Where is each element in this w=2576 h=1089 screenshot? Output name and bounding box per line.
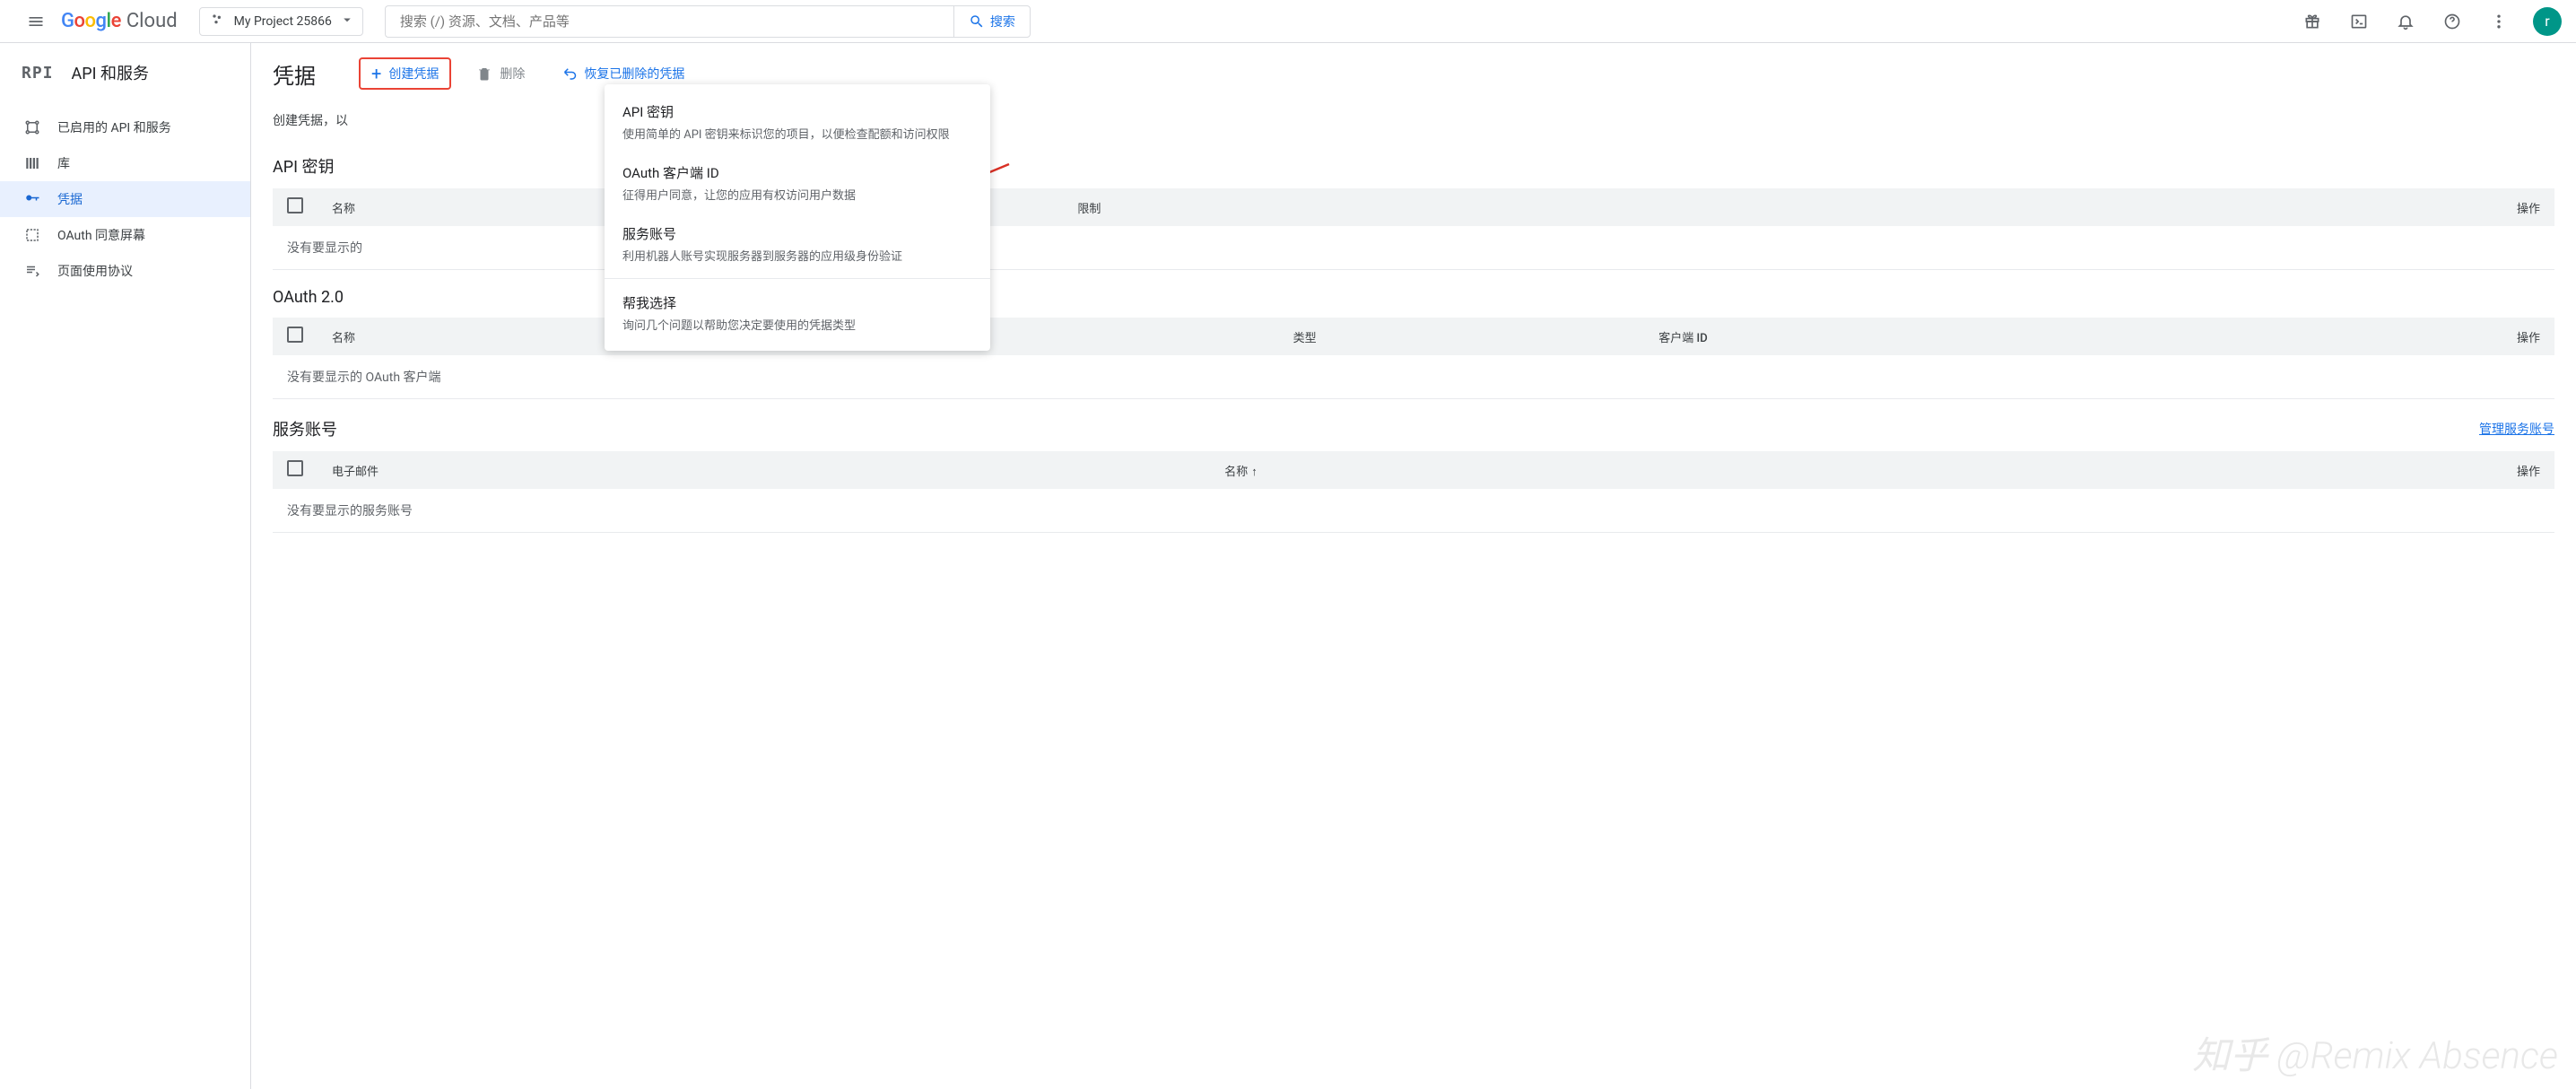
col-client-id[interactable]: 客户端 ID [1644,318,2189,355]
col-restriction[interactable]: 限制 [1063,188,1808,226]
service-empty: 没有要显示的服务账号 [273,489,2554,533]
cloud-shell-icon[interactable] [2339,2,2379,41]
user-avatar[interactable]: r [2533,7,2562,36]
sidebar-item-enabled-apis[interactable]: 已启用的 API 和服务 [0,109,250,145]
col-actions: 操作 [1809,188,2554,226]
sidebar-header: RPI API 和服务 [0,43,250,102]
dropdown-item-oauth-client[interactable]: OAuth 客户端 ID 征得用户同意，让您的应用有权访问用户数据 [605,152,990,213]
chevron-down-icon [339,12,355,31]
header-utilities: r [2293,2,2562,41]
col-email[interactable]: 电子邮件 [318,451,1210,489]
manage-service-accounts-link[interactable]: 管理服务账号 [2479,420,2554,438]
dropdown-item-api-key[interactable]: API 密钥 使用简单的 API 密钥来标识您的项目，以便检查配额和访问权限 [605,91,990,152]
cloud-wordmark: Cloud [126,10,178,32]
sidebar-item-terms[interactable]: 页面使用协议 [0,253,250,289]
google-wordmark: Google [61,10,121,32]
key-icon [22,191,43,207]
select-all-checkbox[interactable] [287,460,303,476]
library-icon [22,155,43,171]
service-section-title: 服务账号 管理服务账号 [273,417,2554,440]
create-credential-dropdown: API 密钥 使用简单的 API 密钥来标识您的项目，以便检查配额和访问权限 O… [605,84,990,351]
google-cloud-logo[interactable]: Google Cloud [61,10,178,32]
sidebar: RPI API 和服务 已启用的 API 和服务 库 凭据 OAuth 同意屏幕 [0,43,251,1089]
terms-icon [22,263,43,279]
sidebar-label: 已启用的 API 和服务 [57,118,171,136]
help-icon[interactable] [2432,2,2472,41]
dropdown-item-service-account[interactable]: 服务账号 利用机器人账号实现服务器到服务器的应用级身份验证 [605,213,990,274]
more-icon[interactable] [2479,2,2519,41]
sidebar-item-library[interactable]: 库 [0,145,250,181]
top-header: Google Cloud My Project 25866 搜索 r [0,0,2576,43]
col-actions: 操作 [1938,451,2554,489]
sidebar-label: 库 [57,154,70,172]
sort-up-icon: ↑ [1251,466,1258,479]
sidebar-title: API 和服务 [72,61,149,84]
project-name: My Project 25866 [234,14,332,29]
search-bar: 搜索 [385,5,1031,38]
plus-icon: + [371,63,381,84]
dashboard-icon [22,119,43,135]
sidebar-item-credentials[interactable]: 凭据 [0,181,250,217]
col-type[interactable]: 类型 [1279,318,1645,355]
select-all-checkbox[interactable] [287,327,303,343]
undo-icon [561,65,577,82]
dropdown-item-help-choose[interactable]: 帮我选择 询问几个问题以帮助您决定要使用的凭据类型 [605,283,990,344]
delete-button[interactable]: 删除 [466,57,535,90]
select-all-checkbox[interactable] [287,197,303,213]
notifications-icon[interactable] [2386,2,2425,41]
page-title: 凭据 [273,58,316,90]
sidebar-label: 页面使用协议 [57,262,133,280]
hamburger-menu-icon[interactable] [14,0,57,43]
search-button[interactable]: 搜索 [953,5,1031,38]
project-picker[interactable]: My Project 25866 [199,7,363,36]
api-logo-icon: RPI [22,64,54,83]
search-input[interactable] [385,5,953,38]
consent-icon [22,227,43,243]
sidebar-label: OAuth 同意屏幕 [57,226,145,244]
oauth-empty: 没有要显示的 OAuth 客户端 [273,355,2554,399]
dropdown-divider [605,278,990,279]
trash-icon [476,65,492,82]
create-credential-button[interactable]: + 创建凭据 [359,57,451,90]
gift-icon[interactable] [2293,2,2332,41]
project-icon [211,13,225,30]
col-actions: 操作 [2189,318,2554,355]
service-table: 电子邮件 名称↑ 操作 [273,451,2554,489]
sidebar-item-oauth-consent[interactable]: OAuth 同意屏幕 [0,217,250,253]
sidebar-label: 凭据 [57,190,83,208]
main-content: 凭据 + 创建凭据 删除 恢复已删除的凭据 创建凭据，以 API 密钥 名称 限… [251,43,2576,1089]
col-name[interactable]: 名称↑ [1210,451,1938,489]
